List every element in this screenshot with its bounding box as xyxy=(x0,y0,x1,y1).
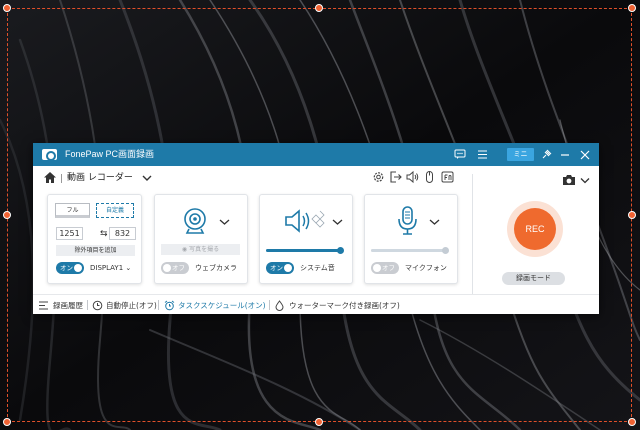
export-icon[interactable] xyxy=(389,170,402,184)
link-icon[interactable]: ⇆ xyxy=(100,229,108,239)
camera-icon: ◉ xyxy=(181,246,188,253)
width-input[interactable]: 1251 xyxy=(56,227,83,240)
toggle-knob xyxy=(284,264,292,272)
mini-mode-button[interactable]: ミニ xyxy=(507,148,534,161)
microphone-panel: オフ マイクフォン xyxy=(364,194,458,284)
microphone-toggle-text: オフ xyxy=(382,264,395,272)
alarm-clock-icon xyxy=(164,300,175,311)
resize-handle-bottom[interactable] xyxy=(315,418,323,426)
system-sound-label: システム音 xyxy=(300,264,335,272)
chevron-down-icon[interactable] xyxy=(219,218,230,226)
system-sound-toggle[interactable]: オン xyxy=(266,262,294,274)
chat-icon[interactable] xyxy=(452,147,468,162)
water-drop-icon xyxy=(275,300,284,311)
resize-handle-top[interactable] xyxy=(315,4,323,12)
history-link[interactable]: 録画履歴 xyxy=(53,300,83,311)
microphone-toggle[interactable]: オフ xyxy=(371,262,399,274)
camera-icon[interactable] xyxy=(562,174,576,186)
microphone-label: マイクフォン xyxy=(405,264,447,272)
system-volume-knob[interactable] xyxy=(336,247,344,254)
footer-separator xyxy=(158,300,159,310)
footer-separator xyxy=(87,300,88,310)
height-input[interactable]: 832 xyxy=(109,227,136,240)
system-volume-slider[interactable] xyxy=(266,249,344,252)
toggle-knob xyxy=(373,264,381,272)
clock-icon xyxy=(92,300,103,311)
mic-volume-knob[interactable] xyxy=(441,247,449,254)
fn-key-icon[interactable] xyxy=(441,170,454,184)
mode-title[interactable]: 動画 レコーダー xyxy=(67,172,133,184)
microphone-icon xyxy=(398,206,417,235)
home-icon[interactable] xyxy=(43,171,57,184)
mouse-icon[interactable] xyxy=(423,170,436,184)
resize-handle-bottom-right[interactable] xyxy=(628,418,636,426)
chevron-down-icon[interactable] xyxy=(580,177,590,184)
take-photo-label: 写真を撮る xyxy=(189,246,220,253)
take-photo-button[interactable]: ◉ 写真を撮る xyxy=(161,244,240,255)
camera-logo-icon xyxy=(42,149,57,161)
menu-icon[interactable] xyxy=(474,147,490,162)
chevron-down-icon[interactable] xyxy=(332,218,343,226)
recorder-window: FonePaw PC画面録画 ミニ 動画 レコーダー フル 自定義 1251 ⇆… xyxy=(33,143,599,314)
webcam-toggle-text: オフ xyxy=(172,264,185,272)
custom-area-label: 自定義 xyxy=(105,207,124,214)
full-screen-label: フル xyxy=(66,207,79,214)
resize-handle-right[interactable] xyxy=(628,211,636,219)
mic-volume-slider[interactable] xyxy=(371,249,449,252)
list-icon xyxy=(39,301,48,310)
gear-icon[interactable] xyxy=(372,170,385,184)
pin-icon[interactable] xyxy=(538,147,554,162)
webcam-icon xyxy=(184,208,206,234)
speaker-icon xyxy=(285,209,325,233)
resize-handle-top-left[interactable] xyxy=(3,4,11,12)
minimize-icon[interactable] xyxy=(557,147,573,162)
custom-area-button[interactable]: 自定義 xyxy=(96,203,134,218)
chevron-down-icon[interactable] xyxy=(142,174,152,182)
full-screen-button[interactable]: フル xyxy=(55,203,90,218)
area-toggle[interactable]: オン xyxy=(56,262,84,274)
task-schedule-link[interactable]: タスクスケジュール(オン) xyxy=(178,300,266,311)
speaker-icon[interactable] xyxy=(406,170,419,184)
display-label: DISPLAY1 xyxy=(90,264,124,272)
exclude-items-button[interactable]: 除外項目を追加 xyxy=(56,245,135,256)
watermark-link[interactable]: ウォーターマーク付き録画(オフ) xyxy=(289,300,400,311)
footer-bar: 録画履歴 自動停止(オフ) タスクスケジュール(オン) ウォーターマーク付き録画… xyxy=(33,294,599,314)
app-title: FonePaw PC画面録画 xyxy=(65,149,155,159)
system-sound-toggle-text: オン xyxy=(270,264,283,272)
system-volume-fill xyxy=(266,249,341,252)
webcam-toggle[interactable]: オフ xyxy=(161,262,189,274)
webcam-panel: ◉ 写真を撮る オフ ウェブカメラ xyxy=(154,194,248,284)
header-separator xyxy=(61,174,62,183)
chevron-down-icon: ⌄ xyxy=(125,264,132,272)
system-sound-panel: オン システム音 xyxy=(259,194,353,284)
mic-volume-fill xyxy=(371,249,446,252)
toggle-knob xyxy=(74,264,82,272)
auto-stop-link[interactable]: 自動停止(オフ) xyxy=(106,300,157,311)
display-selector[interactable]: DISPLAY1 ⌄ xyxy=(90,262,131,274)
rec-button[interactable]: REC xyxy=(514,208,556,250)
title-bar[interactable]: FonePaw PC画面録画 ミニ xyxy=(33,143,599,166)
resize-handle-bottom-left[interactable] xyxy=(3,418,11,426)
chevron-down-icon[interactable] xyxy=(429,218,440,226)
recording-area-panel: フル 自定義 1251 ⇆ 832 除外項目を追加 オン DISPLAY1 ⌄ xyxy=(47,194,142,284)
vertical-divider xyxy=(472,174,473,312)
resize-handle-top-right[interactable] xyxy=(628,4,636,12)
footer-separator xyxy=(269,300,270,310)
close-icon[interactable] xyxy=(577,147,593,162)
recording-mode-button[interactable]: 録画モード xyxy=(502,272,565,285)
webcam-label: ウェブカメラ xyxy=(195,264,237,272)
area-toggle-text: オン xyxy=(60,264,73,272)
toggle-knob xyxy=(163,264,171,272)
resize-handle-left[interactable] xyxy=(3,211,11,219)
